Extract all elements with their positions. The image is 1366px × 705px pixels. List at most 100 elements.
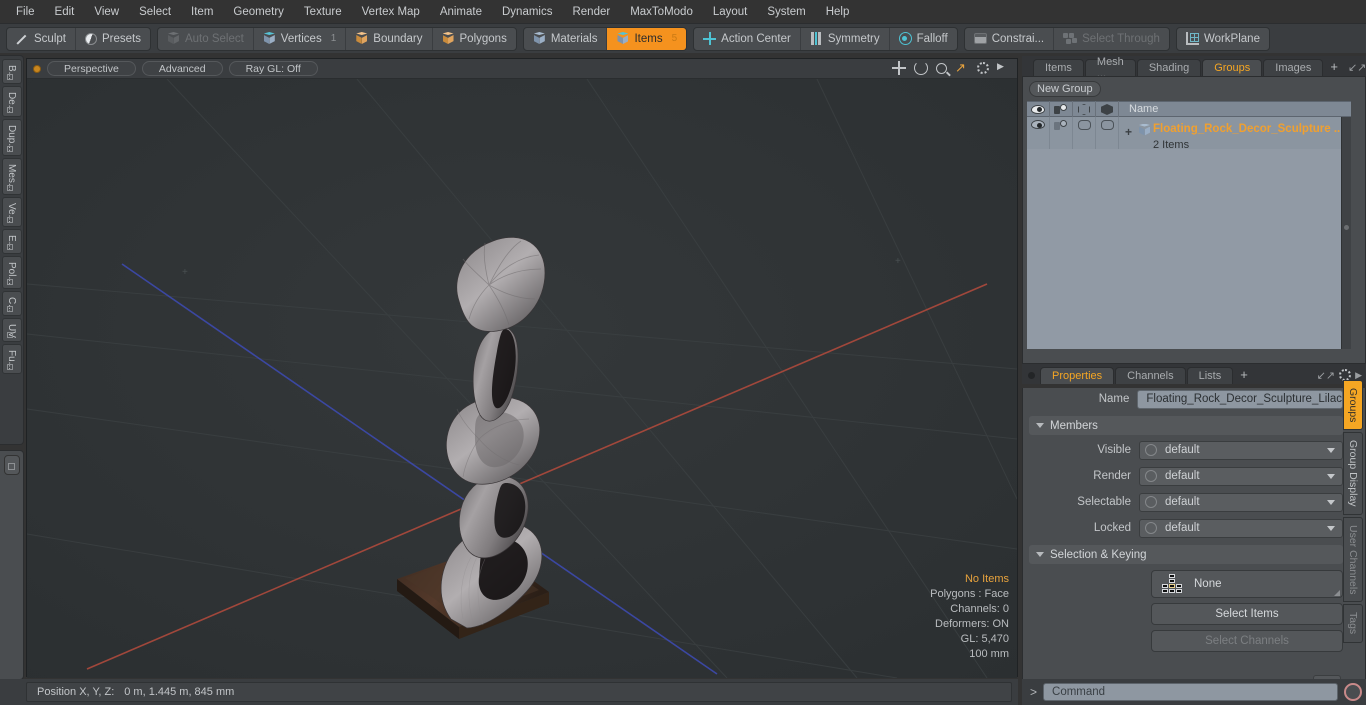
polygons-button[interactable]: Polygons [433,28,516,50]
name-input[interactable]: Floating_Rock_Decor_Sculpture_Lilac [1137,389,1343,409]
menu-layout[interactable]: Layout [703,3,758,21]
items-button[interactable]: Items 5 [607,27,687,50]
side-tab-user-channels[interactable]: User Channels [1343,516,1363,603]
menu-edit[interactable]: Edit [45,3,85,21]
gear-icon[interactable] [977,62,989,74]
tab-lists[interactable]: Lists [1186,367,1234,384]
column-wireframe[interactable] [1073,101,1096,117]
action-center-button[interactable]: Action Center [694,27,801,50]
position-readout[interactable]: Position X, Y, Z: 0 m, 1.445 m, 845 mm [26,682,1012,702]
left-tab-edge[interactable]: E... [1,229,22,255]
scrollbar-grip[interactable] [1344,225,1349,230]
table-row[interactable]: + Floating_Rock_Decor_Sculpture ... 2 It… [1027,117,1351,151]
maximize-icon[interactable]: ↙↗ [1313,369,1339,384]
panel-grip-dot[interactable] [1028,372,1035,379]
chevron-down-icon [1327,473,1335,479]
symmetry-button[interactable]: Symmetry [801,27,890,50]
left-tab-fusion[interactable]: Fu... [1,344,22,375]
menu-item[interactable]: Item [181,3,223,21]
tab-items[interactable]: Items [1033,59,1084,76]
sculpt-button[interactable]: Sculpt [7,27,76,50]
menu-geometry[interactable]: Geometry [223,3,294,21]
record-macro-icon[interactable] [1344,683,1362,701]
menu-view[interactable]: View [84,3,129,21]
left-tab-mesh[interactable]: Mes... [1,157,22,196]
menu-dynamics[interactable]: Dynamics [492,3,562,21]
viewport-scale-status: 100 mm [969,648,1009,660]
menu-help[interactable]: Help [816,3,860,21]
left-tab-uv[interactable]: UV [1,318,22,343]
left-tab-vertex[interactable]: Ve... [1,197,22,228]
row-wireframe-toggle[interactable] [1073,117,1096,149]
viewport-raygl-dropdown[interactable]: Ray GL: Off [228,61,318,76]
left-tab-deform[interactable]: De... [1,86,22,118]
groups-list-scrollbar[interactable] [1341,117,1351,349]
menu-system[interactable]: System [757,3,815,21]
vertices-button[interactable]: Vertices 1 [254,27,347,50]
selectable-label: Selectable [1077,496,1131,508]
new-group-button[interactable]: New Group [1029,81,1101,97]
tab-shading[interactable]: Shading [1136,59,1202,76]
tab-properties[interactable]: Properties [1040,367,1115,384]
side-tab-tags[interactable]: Tags [1343,604,1363,643]
visible-dropdown[interactable]: default [1139,440,1343,460]
viewport-shading-dropdown[interactable]: Advanced [141,61,223,76]
column-solid[interactable] [1096,101,1119,117]
menu-render[interactable]: Render [562,3,620,21]
tab-groups[interactable]: Groups [1202,59,1263,76]
left-tool-tabs: B... De... Dup... Mes... Ve... E... Pol.… [0,55,24,445]
resize-corner-icon[interactable] [1334,590,1340,596]
side-tab-group-display[interactable]: Group Display [1343,432,1363,515]
rotate-icon[interactable] [914,61,928,75]
menu-select[interactable]: Select [129,3,181,21]
select-items-button[interactable]: Select Items [1151,603,1343,625]
menu-file[interactable]: File [6,3,45,21]
menu-maxtomodo[interactable]: MaxToModo [620,3,703,21]
column-render[interactable] [1050,101,1073,117]
left-tab-polygon[interactable]: Pol... [1,256,22,289]
chevron-right-icon[interactable]: ▶ [997,61,1011,75]
boundary-button[interactable]: Boundary [346,27,433,50]
groups-list-body[interactable]: + Floating_Rock_Decor_Sculpture ... 2 It… [1027,117,1351,349]
auto-select-button[interactable]: Auto Select [158,27,254,50]
presets-button[interactable]: Presets [76,28,150,50]
row-render-toggle[interactable] [1050,117,1073,149]
selection-keying-section-header[interactable]: Selection & Keying [1029,545,1343,564]
left-panel-knob[interactable] [3,455,20,475]
row-solid-toggle[interactable] [1096,117,1119,149]
falloff-button[interactable]: Falloff [890,28,957,50]
row-visible-toggle[interactable] [1027,117,1050,149]
menu-animate[interactable]: Animate [430,3,492,21]
viewport-canvas-3d[interactable]: + + No Items Polygons: Face Channels: 0… [27,79,1017,678]
zoom-icon[interactable] [936,62,947,74]
select-through-button[interactable]: Select Through [1054,28,1169,50]
render-dropdown[interactable]: default [1139,466,1343,486]
left-tab-curve[interactable]: C... [1,290,22,317]
add-tab-icon[interactable]: + [1324,59,1344,76]
menu-texture[interactable]: Texture [294,3,352,21]
left-tab-basic[interactable]: B... [1,59,22,85]
menu-vertex-map[interactable]: Vertex Map [352,3,430,21]
tab-images[interactable]: Images [1263,59,1324,76]
viewport-mode-dropdown[interactable]: Perspective [47,61,136,76]
expand-icon[interactable]: ↗ [955,61,969,75]
command-input[interactable]: Command [1043,683,1338,701]
constraint-button[interactable]: Constrai... [965,27,1055,50]
viewport-menu-dot[interactable] [33,64,41,73]
selectable-dropdown[interactable]: default [1139,492,1343,512]
column-visible[interactable] [1027,101,1050,117]
tab-channels[interactable]: Channels [1115,367,1186,384]
tab-mesh[interactable]: Mesh ... [1084,56,1136,80]
row-name-cell[interactable]: + Floating_Rock_Decor_Sculpture ... 2 It… [1119,117,1351,151]
side-tab-groups[interactable]: Groups [1343,380,1363,431]
locked-dropdown[interactable]: default [1139,518,1343,538]
members-section-header[interactable]: Members [1029,416,1343,435]
add-tab-icon[interactable]: + [1234,367,1254,384]
workplane-button[interactable]: WorkPlane [1177,28,1269,50]
materials-button[interactable]: Materials [524,27,608,50]
move-icon[interactable] [892,61,906,75]
left-tab-duplicate[interactable]: Dup... [1,119,22,156]
maximize-icon[interactable]: ↙↗ [1344,61,1366,76]
selection-set-dropdown[interactable]: None [1151,570,1343,598]
expand-icon[interactable]: + [1123,119,1134,139]
